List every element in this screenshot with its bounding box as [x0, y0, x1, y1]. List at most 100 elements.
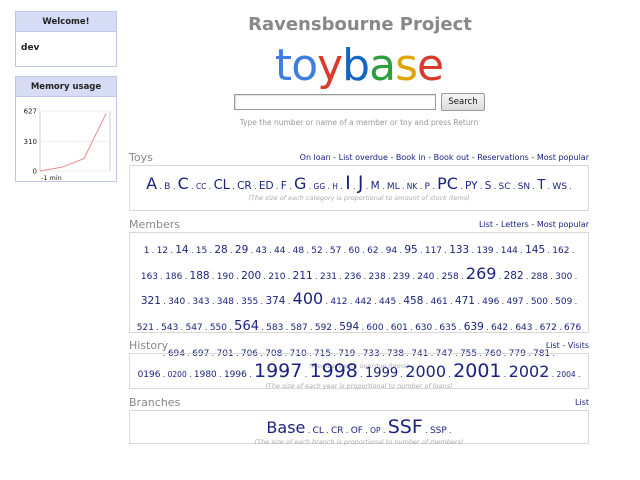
history-tag[interactable]: 2001	[453, 360, 501, 382]
toys-tag[interactable]: PY	[465, 180, 478, 192]
search-input[interactable]	[234, 94, 436, 110]
members-tag[interactable]: 14	[175, 244, 188, 256]
members-tag[interactable]: 95	[404, 244, 417, 256]
history-tag[interactable]: 2002	[509, 362, 550, 381]
members-tag[interactable]: 62	[367, 246, 378, 256]
members-tag[interactable]: 163	[141, 272, 158, 282]
toys-tag[interactable]: CR	[237, 180, 252, 192]
branches-tag[interactable]: OF	[351, 426, 363, 436]
members-tag[interactable]: 543	[161, 323, 178, 333]
members-tag[interactable]: 601	[391, 323, 408, 333]
members-tag[interactable]: 442	[355, 297, 372, 307]
members-tag[interactable]: 144	[501, 246, 518, 256]
members-tag[interactable]: 200	[241, 270, 261, 282]
members-tag[interactable]: 190	[217, 272, 234, 282]
members-tag[interactable]: 564	[234, 319, 259, 334]
toys-tag[interactable]: ED	[259, 180, 274, 192]
members-tag[interactable]: 497	[506, 297, 523, 307]
toys-link-book-out[interactable]: Book out	[434, 153, 470, 162]
members-tag[interactable]: 269	[466, 264, 497, 283]
members-link-list[interactable]: List	[479, 220, 493, 229]
members-tag[interactable]: 461	[431, 297, 448, 307]
members-tag[interactable]: 188	[190, 270, 210, 282]
toys-tag[interactable]: SN	[518, 182, 530, 192]
members-tag[interactable]: 550	[210, 323, 227, 333]
branches-link-list[interactable]: List	[575, 398, 589, 407]
branches-tag[interactable]: Base	[266, 418, 305, 437]
history-tag[interactable]: 1996	[224, 370, 247, 380]
members-tag[interactable]: 210	[268, 272, 285, 282]
history-tag[interactable]: 1980	[194, 370, 217, 380]
members-tag[interactable]: 52	[311, 246, 322, 256]
branches-tag[interactable]: CR	[331, 426, 344, 436]
members-tag[interactable]: 374	[265, 295, 285, 307]
members-tag[interactable]: 400	[293, 289, 324, 308]
toys-tag[interactable]: G	[294, 174, 306, 193]
members-tag[interactable]: 412	[330, 297, 347, 307]
members-tag[interactable]: 321	[141, 295, 161, 307]
toys-link-most-popular[interactable]: Most popular	[537, 153, 589, 162]
history-tag[interactable]: 0196	[138, 370, 161, 380]
members-tag[interactable]: 239	[393, 272, 410, 282]
members-tag[interactable]: 639	[464, 321, 484, 333]
members-tag[interactable]: 139	[476, 246, 493, 256]
members-tag[interactable]: 282	[504, 270, 524, 282]
members-link-letters[interactable]: Letters	[501, 220, 529, 229]
members-tag[interactable]: 630	[415, 323, 432, 333]
members-tag[interactable]: 133	[449, 244, 469, 256]
toys-tag[interactable]: GG	[314, 182, 326, 191]
history-tag[interactable]: 1999	[365, 366, 398, 381]
toys-tag[interactable]: SC	[499, 182, 511, 192]
members-tag[interactable]: 521	[137, 323, 154, 333]
members-tag[interactable]: 458	[403, 295, 423, 307]
members-tag[interactable]: 211	[293, 270, 313, 282]
toys-link-reservations[interactable]: Reservations	[477, 153, 529, 162]
members-tag[interactable]: 547	[185, 323, 202, 333]
members-tag[interactable]: 43	[255, 246, 266, 256]
branches-tag[interactable]: SSP	[430, 426, 447, 436]
toys-tag[interactable]: C	[178, 174, 189, 193]
toys-tag[interactable]: CL	[214, 178, 230, 193]
members-tag[interactable]: 94	[386, 246, 397, 256]
members-tag[interactable]: 445	[379, 297, 396, 307]
members-tag[interactable]: 48	[293, 246, 304, 256]
members-tag[interactable]: 288	[531, 272, 548, 282]
members-tag[interactable]: 15	[196, 246, 207, 256]
history-tag[interactable]: 1997	[254, 360, 302, 382]
history-link-visits[interactable]: Visits	[568, 341, 589, 350]
members-tag[interactable]: 240	[417, 272, 434, 282]
members-tag[interactable]: 635	[439, 323, 456, 333]
toys-tag[interactable]: CC	[196, 182, 206, 191]
members-tag[interactable]: 28	[214, 244, 227, 256]
members-tag[interactable]: 496	[482, 297, 499, 307]
toys-tag[interactable]: M	[371, 180, 380, 192]
history-link-list[interactable]: List	[546, 341, 560, 350]
branches-tag[interactable]: SSF	[388, 416, 423, 438]
branches-tag[interactable]: CL	[313, 426, 324, 436]
members-tag[interactable]: 236	[344, 272, 361, 282]
toys-tag[interactable]: WS	[552, 182, 567, 192]
members-tag[interactable]: 145	[525, 244, 545, 256]
members-tag[interactable]: 60	[348, 246, 359, 256]
members-tag[interactable]: 12	[157, 246, 168, 256]
members-tag[interactable]: 592	[315, 323, 332, 333]
members-tag[interactable]: 642	[491, 323, 508, 333]
members-tag[interactable]: 340	[168, 297, 185, 307]
members-tag[interactable]: 238	[369, 272, 386, 282]
members-tag[interactable]: 29	[235, 244, 248, 256]
members-tag[interactable]: 600	[366, 323, 383, 333]
members-link-most-popular[interactable]: Most popular	[537, 220, 589, 229]
members-tag[interactable]: 509	[555, 297, 572, 307]
members-tag[interactable]: 57	[330, 246, 341, 256]
members-tag[interactable]: 676	[564, 323, 581, 333]
members-tag[interactable]: 231	[320, 272, 337, 282]
toys-link-on-loan[interactable]: On loan	[300, 153, 331, 162]
toys-tag[interactable]: NK	[407, 182, 418, 191]
members-tag[interactable]: 44	[274, 246, 285, 256]
members-tag[interactable]: 300	[555, 272, 572, 282]
toys-tag[interactable]: A	[146, 174, 157, 193]
members-tag[interactable]: 348	[217, 297, 234, 307]
toys-link-list-overdue[interactable]: List overdue	[339, 153, 388, 162]
members-tag[interactable]: 587	[291, 323, 308, 333]
toybase-logo[interactable]: toybase	[0, 40, 640, 91]
